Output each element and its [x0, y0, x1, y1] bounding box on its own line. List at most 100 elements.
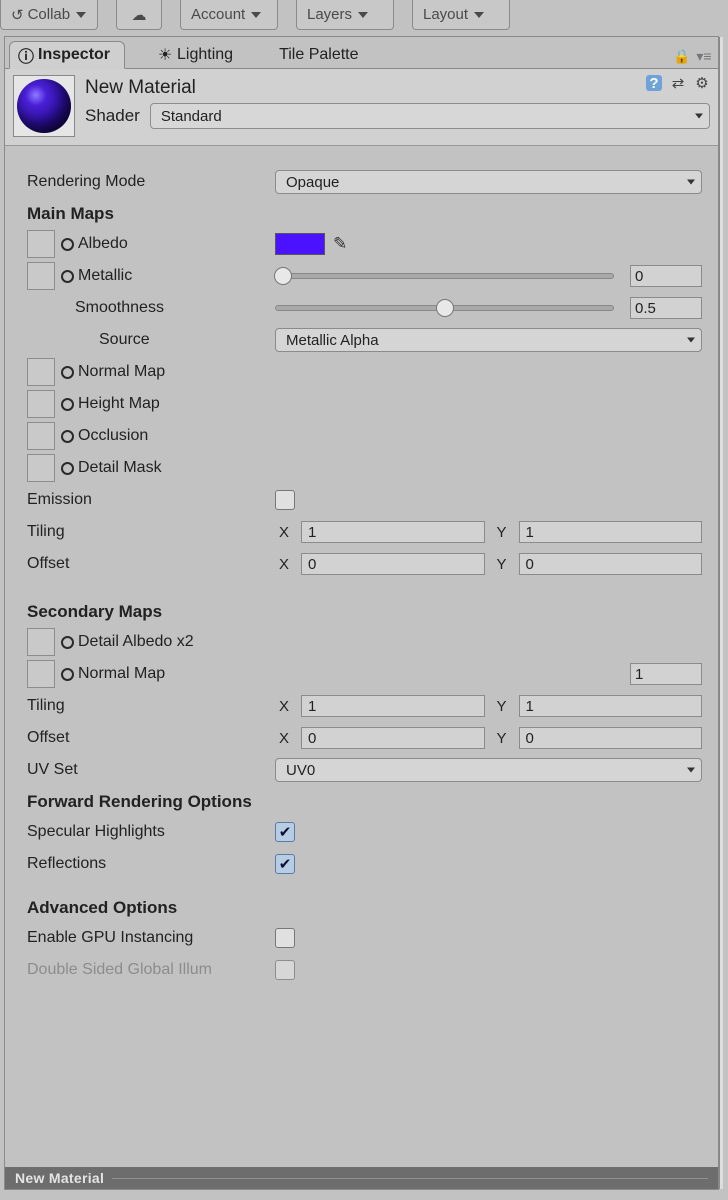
metallic-texture-slot[interactable] [27, 262, 55, 290]
secondary-offset-y-input[interactable]: 0 [519, 727, 703, 749]
layers-label: Layers [307, 6, 352, 23]
tiling-label: Tiling [27, 523, 275, 541]
lock-icon[interactable]: 🔒 [674, 48, 690, 64]
double-sided-gi-checkbox [275, 960, 295, 980]
account-label: Account [191, 6, 245, 23]
rendering-mode-row: Rendering Mode Opaque [27, 166, 702, 198]
metallic-slider[interactable] [275, 273, 614, 279]
emission-row: Emission [27, 484, 702, 516]
y-label: Y [493, 698, 511, 715]
material-name: New Material [85, 77, 710, 99]
target-icon[interactable] [61, 668, 74, 681]
caret-icon [687, 338, 695, 343]
metallic-label: Metallic [78, 267, 132, 285]
target-icon[interactable] [61, 366, 74, 379]
x-label: X [275, 698, 293, 715]
panel-menu-icon[interactable]: ▾≡ [696, 48, 712, 64]
cloud-button[interactable]: ☁ [116, 0, 162, 30]
info-icon: ⓘ [18, 47, 34, 63]
detailmask-texture-slot[interactable] [27, 454, 55, 482]
height-map-row: Height Map [27, 388, 702, 420]
uvset-value: UV0 [286, 762, 315, 779]
x-label: X [275, 524, 293, 541]
material-preview[interactable] [13, 75, 75, 137]
layout-label: Layout [423, 6, 468, 23]
lighting-icon: ☀ [157, 47, 173, 63]
shader-dropdown[interactable]: Standard [150, 103, 710, 129]
offset-label: Offset [27, 555, 275, 573]
preview-footer[interactable]: New Material [5, 1167, 718, 1189]
reflections-checkbox[interactable]: ✔ [275, 854, 295, 874]
rendering-mode-label: Rendering Mode [27, 173, 275, 191]
tab-lighting[interactable]: ☀ Lighting [149, 42, 247, 68]
metallic-value[interactable]: 0 [630, 265, 702, 287]
target-icon[interactable] [61, 636, 74, 649]
shader-value: Standard [161, 108, 222, 125]
gpu-instancing-checkbox[interactable] [275, 928, 295, 948]
gpu-instancing-row: Enable GPU Instancing [27, 922, 702, 954]
advanced-options-heading: Advanced Options [27, 898, 702, 918]
preset-icon[interactable]: ⇄ [670, 75, 686, 91]
footer-title: New Material [15, 1170, 104, 1186]
height-label: Height Map [78, 395, 160, 413]
y-label: Y [493, 524, 511, 541]
caret-icon [76, 12, 86, 18]
target-icon[interactable] [61, 398, 74, 411]
reflections-row: Reflections ✔ [27, 848, 702, 880]
tiling-y-input[interactable]: 1 [519, 521, 703, 543]
layout-dropdown[interactable]: Layout [412, 0, 510, 30]
double-sided-gi-label: Double Sided Global Illum [27, 961, 275, 979]
gear-icon[interactable]: ⚙ [694, 75, 710, 91]
albedo-label: Albedo [78, 235, 128, 253]
uvset-dropdown[interactable]: UV0 [275, 758, 702, 782]
height-texture-slot[interactable] [27, 390, 55, 418]
offset-y-input[interactable]: 0 [519, 553, 703, 575]
smoothness-slider[interactable] [275, 305, 614, 311]
collab-dropdown[interactable]: ↺Collab [0, 0, 98, 30]
header-icons: ? ⇄ ⚙ [646, 75, 710, 91]
forward-rendering-heading: Forward Rendering Options [27, 792, 702, 812]
tiling-row: Tiling X 1 Y 1 [27, 516, 702, 548]
occlusion-texture-slot[interactable] [27, 422, 55, 450]
rendering-mode-value: Opaque [286, 174, 339, 191]
offset-x-input[interactable]: 0 [301, 553, 485, 575]
caret-icon [687, 768, 695, 773]
inspector-panel: ⓘ Inspector ☀ Lighting Tile Palette 🔒 ▾≡… [4, 36, 719, 1190]
target-icon[interactable] [61, 270, 74, 283]
y-label: Y [493, 556, 511, 573]
secondary-normal-texture-slot[interactable] [27, 660, 55, 688]
smoothness-value[interactable]: 0.5 [630, 297, 702, 319]
secondary-normal-row: Normal Map 1 [27, 658, 702, 690]
albedo-color-swatch[interactable] [275, 233, 325, 255]
caret-icon [251, 12, 261, 18]
panel-resize-handle[interactable] [719, 37, 723, 1189]
target-icon[interactable] [61, 430, 74, 443]
secondary-offset-row: Offset X 0 Y 0 [27, 722, 702, 754]
detail-albedo-texture-slot[interactable] [27, 628, 55, 656]
target-icon[interactable] [61, 238, 74, 251]
caret-icon [687, 180, 695, 185]
secondary-offset-x-input[interactable]: 0 [301, 727, 485, 749]
specular-checkbox[interactable]: ✔ [275, 822, 295, 842]
normal-texture-slot[interactable] [27, 358, 55, 386]
secondary-tiling-x-input[interactable]: 1 [301, 695, 485, 717]
account-dropdown[interactable]: Account [180, 0, 278, 30]
help-icon[interactable]: ? [646, 75, 662, 91]
gpu-instancing-label: Enable GPU Instancing [27, 929, 275, 947]
albedo-texture-slot[interactable] [27, 230, 55, 258]
specular-label: Specular Highlights [27, 823, 275, 841]
secondary-tiling-y-input[interactable]: 1 [519, 695, 703, 717]
tiling-x-input[interactable]: 1 [301, 521, 485, 543]
eyedropper-icon[interactable]: ✎ [333, 234, 347, 254]
layers-dropdown[interactable]: Layers [296, 0, 394, 30]
detailmask-label: Detail Mask [78, 459, 162, 477]
target-icon[interactable] [61, 462, 74, 475]
emission-checkbox[interactable] [275, 490, 295, 510]
tab-inspector[interactable]: ⓘ Inspector [9, 41, 125, 69]
tab-tile-palette[interactable]: Tile Palette [271, 42, 372, 68]
double-sided-gi-row: Double Sided Global Illum [27, 954, 702, 986]
source-dropdown[interactable]: Metallic Alpha [275, 328, 702, 352]
secondary-normal-value[interactable]: 1 [630, 663, 702, 685]
footer-divider [112, 1178, 708, 1179]
rendering-mode-dropdown[interactable]: Opaque [275, 170, 702, 194]
